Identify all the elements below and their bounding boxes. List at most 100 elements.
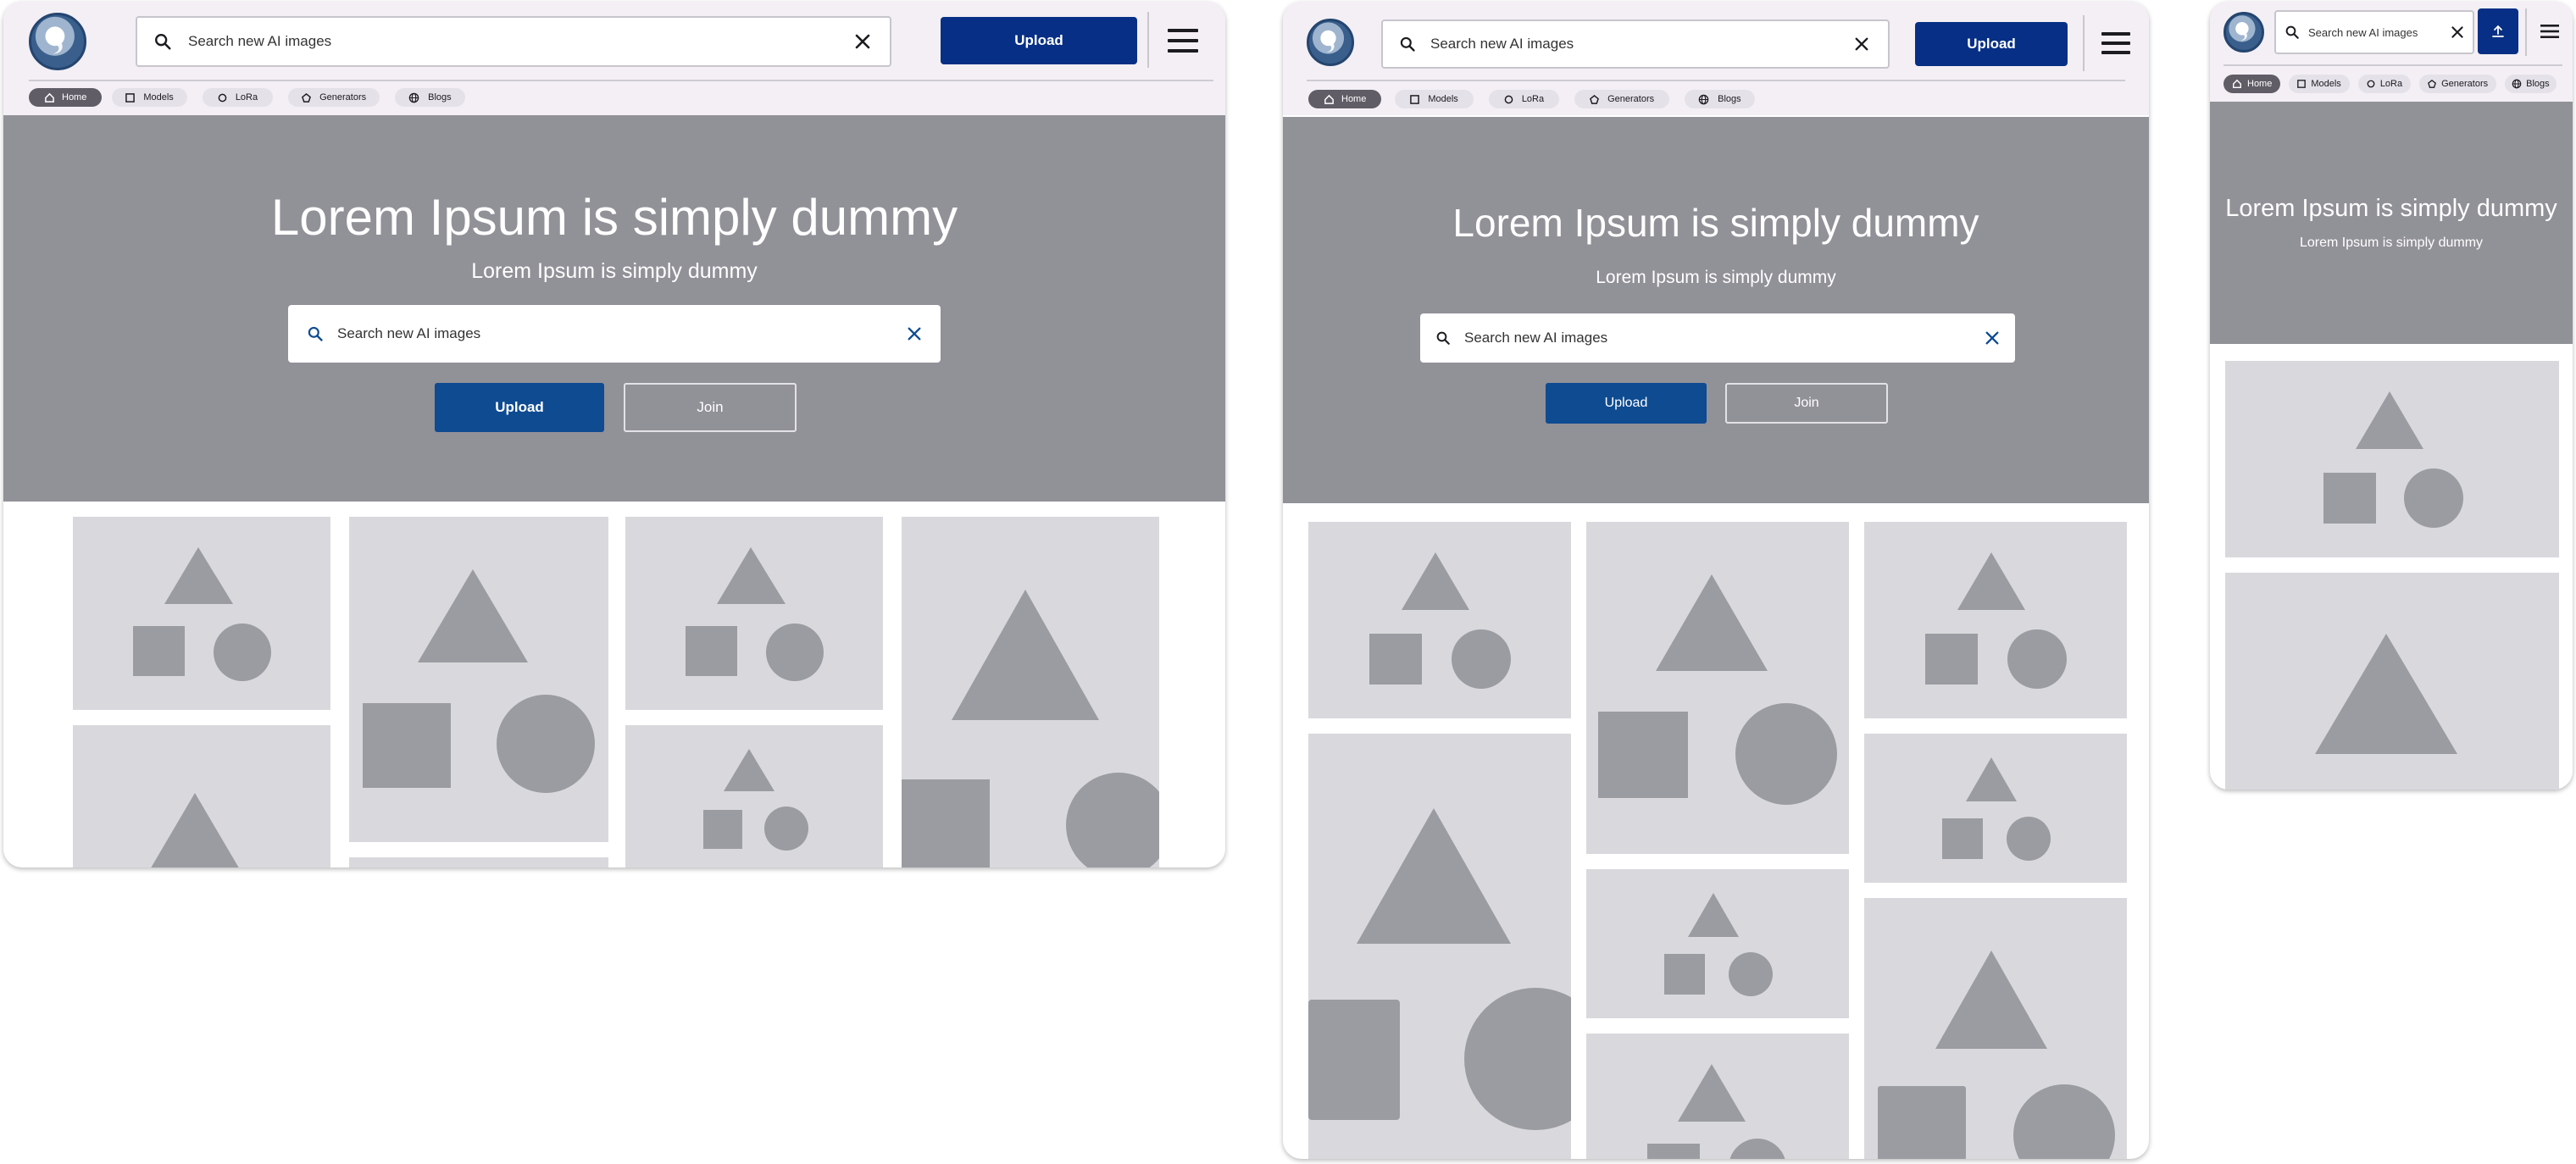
chip-label: Generators	[319, 92, 367, 103]
hero-search-input[interactable]: Search new AI images	[1464, 330, 1985, 346]
swan-logo-icon[interactable]	[2223, 12, 2264, 53]
globe-icon	[408, 92, 419, 103]
image-placeholder-card[interactable]	[1586, 522, 1849, 854]
hero-upload-button[interactable]: Upload	[1546, 383, 1707, 424]
chip-label: Models	[2311, 79, 2341, 89]
upload-icon-button[interactable]	[2478, 8, 2518, 54]
join-button[interactable]: Join	[1725, 383, 1888, 424]
menu-button[interactable]	[2095, 22, 2137, 64]
chip-home[interactable]: Home	[29, 88, 103, 107]
search-bar[interactable]: Search new AI images	[1381, 19, 1890, 69]
hero-title: Lorem Ipsum is simply dummy	[270, 189, 958, 246]
clear-icon[interactable]	[907, 326, 922, 341]
image-placeholder-card[interactable]	[625, 517, 883, 710]
hero-search-input[interactable]: Search new AI images	[337, 325, 907, 342]
swan-logo-icon[interactable]	[1307, 19, 1354, 66]
nav-chip-row: Home Models LoRa Generators Blogs	[29, 88, 465, 107]
chip-models[interactable]: Models	[1395, 90, 1474, 108]
upload-button[interactable]: Upload	[941, 17, 1137, 64]
image-placeholder-card[interactable]	[349, 517, 608, 842]
image-placeholder-card[interactable]	[2225, 573, 2559, 790]
circle-shape	[1729, 1139, 1785, 1159]
square-shape	[1925, 634, 1978, 685]
image-placeholder-card[interactable]	[1308, 734, 1571, 1159]
triangle-shape	[1935, 951, 2047, 1049]
hamburger-menu-icon	[2101, 31, 2131, 55]
tablet-frame: Search new AI images Upload Home Models	[1283, 2, 2149, 1159]
chip-generators[interactable]: Generators	[2419, 75, 2497, 93]
chip-generators[interactable]: Generators	[1574, 90, 1670, 108]
circle-shape	[764, 806, 808, 851]
search-icon	[2285, 25, 2300, 40]
chip-models[interactable]: Models	[112, 88, 187, 107]
triangle-shape	[1357, 808, 1511, 944]
hero-upload-button[interactable]: Upload	[435, 383, 604, 432]
chip-label: Home	[2247, 79, 2273, 89]
circle-shape	[1729, 952, 1773, 996]
triangle-shape	[717, 547, 786, 604]
chip-label: LoRa	[2379, 79, 2403, 89]
circle-shape	[2007, 629, 2067, 689]
image-placeholder-card[interactable]	[625, 725, 883, 867]
menu-button[interactable]	[2532, 14, 2568, 49]
circle-icon	[218, 93, 227, 103]
hero-subtitle: Lorem Ipsum is simply dummy	[471, 259, 758, 283]
circle-shape	[1452, 629, 1511, 689]
circle-shape	[2013, 1084, 2115, 1159]
image-placeholder-card[interactable]	[1586, 1034, 1849, 1159]
globe-icon	[2512, 79, 2522, 89]
hero-search-bar[interactable]: Search new AI images	[1420, 313, 2015, 363]
menu-button[interactable]	[1161, 19, 1205, 63]
chip-lora[interactable]: LoRa	[1488, 90, 1560, 108]
hero-search-bar[interactable]: Search new AI images	[288, 305, 941, 363]
image-placeholder-card[interactable]	[73, 725, 330, 867]
clear-icon[interactable]	[2451, 25, 2464, 39]
home-icon	[44, 92, 55, 103]
triangle-shape	[1402, 552, 1469, 610]
square-icon	[125, 92, 136, 103]
chip-generators[interactable]: Generators	[288, 88, 380, 107]
search-bar[interactable]: Search new AI images	[2274, 10, 2474, 54]
search-input[interactable]: Search new AI images	[1430, 36, 1849, 53]
image-placeholder-card[interactable]	[73, 517, 330, 710]
search-input[interactable]: Search new AI images	[188, 33, 849, 50]
swan-logo-icon[interactable]	[29, 13, 86, 70]
clear-icon[interactable]	[1985, 330, 2000, 346]
image-placeholder-card[interactable]	[1864, 898, 2127, 1159]
hero-subtitle: Lorem Ipsum is simply dummy	[1596, 268, 1836, 287]
chip-lora[interactable]: LoRa	[202, 88, 274, 107]
chip-home[interactable]: Home	[2223, 75, 2281, 93]
chip-label: Blogs	[2526, 79, 2550, 89]
clear-icon[interactable]	[849, 28, 876, 55]
image-placeholder-card[interactable]	[2225, 361, 2559, 557]
join-button[interactable]: Join	[624, 383, 797, 432]
image-placeholder-card[interactable]	[1864, 522, 2127, 718]
upload-button[interactable]: Upload	[1915, 22, 2068, 66]
search-bar[interactable]: Search new AI images	[136, 16, 891, 67]
triangle-shape	[1966, 757, 2017, 801]
image-placeholder-card[interactable]	[349, 857, 608, 867]
square-shape	[1664, 954, 1705, 995]
chip-home[interactable]: Home	[1308, 90, 1382, 108]
chip-models[interactable]: Models	[2289, 75, 2350, 93]
circle-shape	[2404, 468, 2463, 528]
triangle-shape	[2356, 391, 2423, 449]
image-placeholder-card[interactable]	[1586, 869, 1849, 1018]
globe-icon	[1698, 94, 1709, 105]
triangle-shape	[1957, 552, 2025, 610]
circle-shape	[766, 624, 824, 681]
image-placeholder-card[interactable]	[1864, 734, 2127, 883]
mobile-frame: Search new AI images Home Models LoRa Ge…	[2210, 2, 2573, 790]
chip-blogs[interactable]: Blogs	[395, 88, 465, 107]
search-icon	[1435, 330, 1451, 346]
circle-shape	[1464, 988, 1571, 1130]
pentagon-icon	[302, 92, 312, 103]
chip-lora[interactable]: LoRa	[2357, 75, 2412, 93]
chip-blogs[interactable]: Blogs	[1685, 90, 1755, 108]
circle-shape	[2007, 817, 2051, 861]
image-placeholder-card[interactable]	[902, 517, 1159, 867]
clear-icon[interactable]	[1849, 31, 1874, 57]
image-placeholder-card[interactable]	[1308, 522, 1571, 718]
search-input[interactable]: Search new AI images	[2308, 26, 2451, 39]
chip-blogs[interactable]: Blogs	[2505, 75, 2557, 93]
